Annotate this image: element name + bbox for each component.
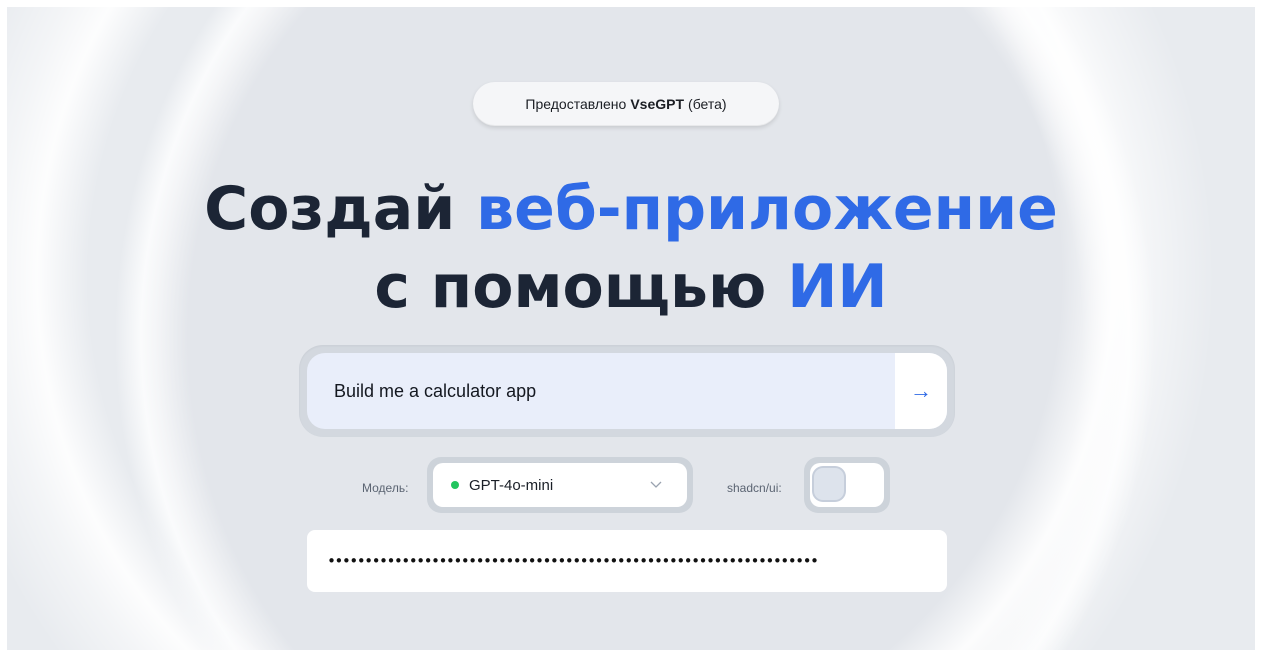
attribution-suffix: (бета) xyxy=(688,96,727,112)
shadcn-toggle[interactable] xyxy=(810,463,884,507)
model-select[interactable]: GPT-4o-mini xyxy=(433,463,687,507)
arrow-right-icon: → xyxy=(910,378,932,403)
headline-line-2: с помощью ИИ xyxy=(7,252,1255,322)
app-frame: Предоставлено VseGPT (бета) Создай веб-п… xyxy=(7,7,1255,650)
model-select-container: GPT-4o-mini xyxy=(427,457,693,513)
prompt-container: → xyxy=(299,345,955,437)
chevron-down-icon xyxy=(650,481,662,488)
headline-accent-2: ИИ xyxy=(787,252,888,322)
headline-line-1: Создай веб-приложение xyxy=(7,174,1255,244)
attribution-badge[interactable]: Предоставлено VseGPT (бета) xyxy=(473,82,779,126)
model-status-dot xyxy=(451,481,459,489)
model-label: Модель: xyxy=(362,481,409,495)
prompt-box: → xyxy=(307,353,947,429)
attribution-prefix: Предоставлено xyxy=(525,96,627,112)
headline-plain-2: с помощью xyxy=(374,252,767,322)
api-key-input[interactable] xyxy=(307,529,929,593)
headline-plain-1: Создай xyxy=(204,174,456,244)
api-key-field xyxy=(307,529,947,593)
toggle-knob[interactable] xyxy=(814,468,844,500)
headline-accent-1: веб-приложение xyxy=(476,174,1058,244)
model-selected-value: GPT-4o-mini xyxy=(469,476,554,494)
shadcn-label: shadcn/ui: xyxy=(727,481,782,495)
attribution-brand: VseGPT xyxy=(630,96,685,112)
submit-button[interactable]: → xyxy=(895,353,947,429)
shadcn-toggle-container xyxy=(804,457,890,513)
prompt-input[interactable] xyxy=(307,353,894,429)
